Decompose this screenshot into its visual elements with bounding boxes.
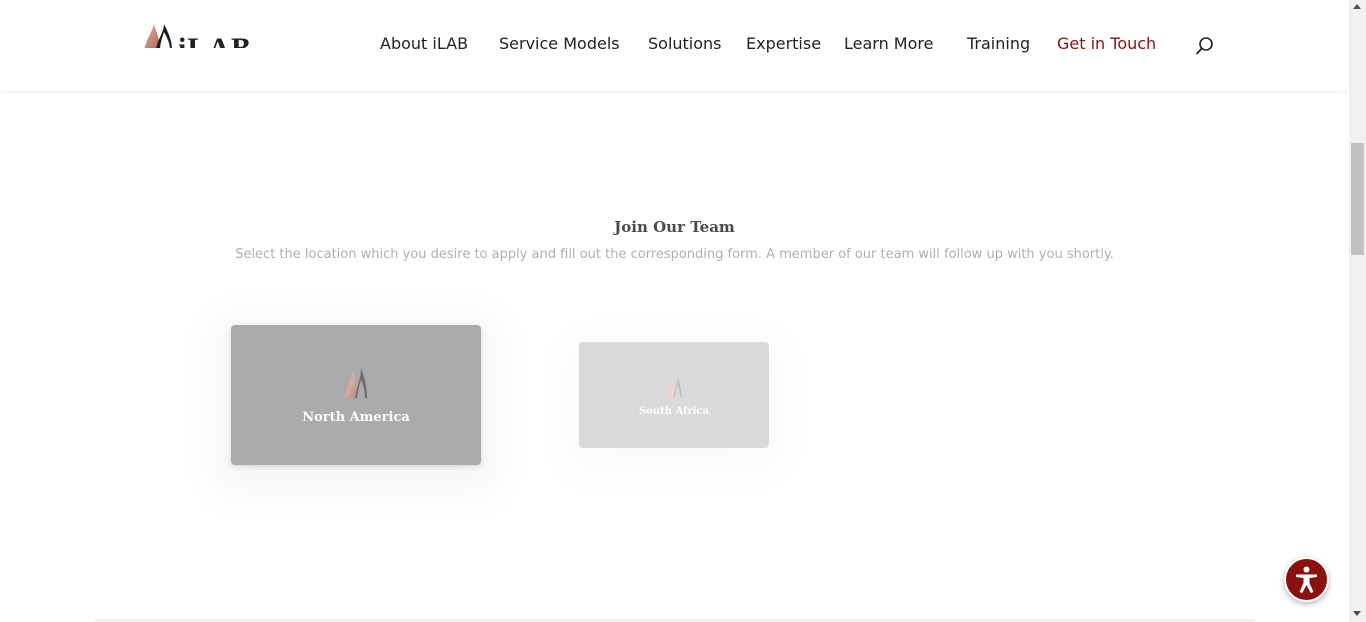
accessibility-button[interactable] <box>1284 557 1329 602</box>
scroll-up-arrow-icon[interactable] <box>1353 4 1361 9</box>
flame-logo-icon <box>666 376 682 397</box>
site-logo[interactable]: iLAB <box>142 22 262 48</box>
nav-item-solutions[interactable]: Solutions <box>648 34 722 53</box>
card-label: North America <box>302 409 410 425</box>
flame-logo-icon <box>144 24 172 48</box>
site-header: iLAB About iLAB Service Models Solutions… <box>0 0 1349 90</box>
nav-item-learn-more[interactable]: Learn More <box>844 34 933 53</box>
nav-item-service-models[interactable]: Service Models <box>499 34 620 53</box>
search-icon[interactable] <box>1195 36 1215 56</box>
page-scrollbar[interactable] <box>1349 0 1366 622</box>
flame-logo-icon <box>345 367 367 398</box>
nav-item-get-in-touch[interactable]: Get in Touch <box>1057 34 1156 53</box>
logo-text: iLAB <box>178 32 252 48</box>
nav-item-training[interactable]: Training <box>967 34 1030 53</box>
location-card-north-america[interactable]: North America <box>231 325 481 465</box>
accessibility-icon <box>1296 566 1317 593</box>
location-card-south-africa[interactable]: South Africa <box>579 342 769 448</box>
scrollbar-thumb[interactable] <box>1351 143 1364 255</box>
scroll-down-arrow-icon[interactable] <box>1353 611 1361 616</box>
card-label: South Africa <box>638 405 710 417</box>
nav-item-about[interactable]: About iLAB <box>380 34 468 53</box>
section-title: Join Our Team <box>614 218 735 236</box>
nav-item-expertise[interactable]: Expertise <box>746 34 821 53</box>
section-subtitle: Select the location which you desire to … <box>235 247 1114 262</box>
